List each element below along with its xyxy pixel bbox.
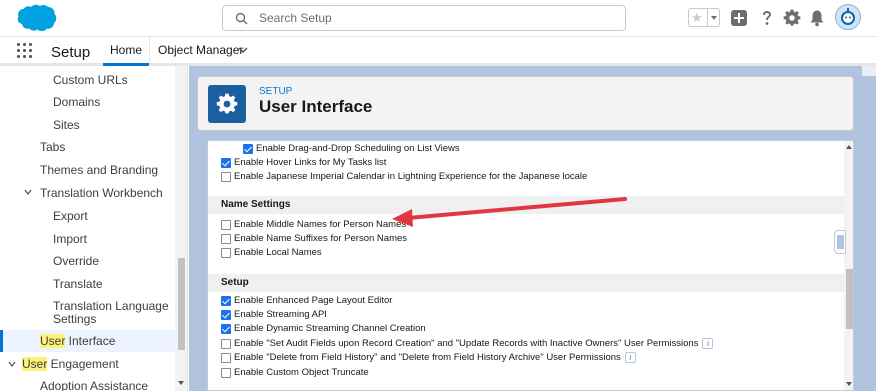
checkbox-label: Enable Custom Object Truncate xyxy=(234,367,369,378)
checkbox[interactable] xyxy=(221,310,231,320)
gear-icon[interactable] xyxy=(783,9,801,27)
page-header: SETUP User Interface xyxy=(197,76,854,131)
section-heading-name-settings: Name Settings xyxy=(208,196,844,214)
checkbox-label: Enable Hover Links for My Tasks list xyxy=(234,157,387,168)
sidebar-item-label: Interface xyxy=(65,334,116,348)
checkbox[interactable] xyxy=(221,234,231,244)
page-title: User Interface xyxy=(259,97,373,116)
panel-handle[interactable] xyxy=(862,66,876,76)
info-icon[interactable]: i xyxy=(702,337,714,349)
global-header: ★ xyxy=(0,0,876,37)
checkbox[interactable] xyxy=(221,158,231,168)
sidebar-item-themes-branding[interactable]: Themes and Branding xyxy=(40,161,158,179)
checkbox[interactable] xyxy=(221,339,231,349)
search-box[interactable] xyxy=(222,5,626,31)
help-icon[interactable] xyxy=(758,9,776,27)
salesforce-logo[interactable] xyxy=(12,3,58,33)
sidebar-item-label: Engagement xyxy=(47,357,119,371)
scroll-up-icon[interactable] xyxy=(846,145,852,149)
checkbox-label: Enable Dynamic Streaming Channel Creatio… xyxy=(234,323,426,334)
setup-gear-icon xyxy=(208,85,246,123)
sidebar-item-adoption-assistance[interactable]: Adoption Assistance xyxy=(40,377,148,391)
notification-bell-icon[interactable] xyxy=(808,9,826,27)
tab-home[interactable]: Home xyxy=(103,37,149,66)
favorites-dropdown[interactable] xyxy=(707,9,720,26)
chevron-down-icon[interactable] xyxy=(238,46,248,54)
chevron-down-icon xyxy=(711,16,717,20)
info-icon[interactable]: i xyxy=(624,351,636,363)
sidebar-item-import[interactable]: Import xyxy=(53,230,87,248)
content-scrollbar[interactable] xyxy=(844,141,853,390)
settings-panel: Enable Drag-and-Drop Scheduling on List … xyxy=(207,140,854,391)
chevron-down-icon[interactable] xyxy=(8,360,16,368)
sidebar-item-translate[interactable]: Translate xyxy=(53,275,103,293)
tab-divider xyxy=(149,37,150,63)
sidebar-item-user-engagement[interactable]: User Engagement xyxy=(22,355,119,373)
search-input[interactable] xyxy=(259,9,609,27)
checkbox[interactable] xyxy=(221,353,231,363)
checkbox-label: Enable Japanese Imperial Calendar in Lig… xyxy=(234,171,588,182)
sidebar-item-override[interactable]: Override xyxy=(53,252,99,270)
breadcrumb[interactable]: SETUP xyxy=(259,86,292,97)
sidebar-item-custom-urls[interactable]: Custom URLs xyxy=(53,71,128,89)
checkbox-label: Enable "Set Audit Fields upon Record Cre… xyxy=(234,337,714,351)
avatar[interactable] xyxy=(835,4,861,30)
checkbox[interactable] xyxy=(221,220,231,230)
setup-sidebar: Custom URLs Domains Sites Tabs Themes an… xyxy=(0,66,188,391)
checkbox-label: Enable Middle Names for Person Names xyxy=(234,219,407,230)
checkbox-label: Enable "Delete from Field History" and "… xyxy=(234,351,636,365)
checkbox-label: Enable Name Suffixes for Person Names xyxy=(234,233,408,244)
sidebar-scrollbar-thumb[interactable] xyxy=(178,258,185,350)
section-heading-setup: Setup xyxy=(208,274,844,292)
checkbox[interactable] xyxy=(221,324,231,334)
checkbox-label: Enable Local Names xyxy=(234,247,322,258)
checkbox[interactable] xyxy=(221,368,231,378)
sidebar-item-domains[interactable]: Domains xyxy=(53,93,100,111)
checkbox[interactable] xyxy=(243,144,253,154)
chevron-down-icon[interactable] xyxy=(24,188,32,196)
app-launcher-icon[interactable] xyxy=(17,43,33,59)
checkbox-label-text: Enable "Set Audit Fields upon Record Cre… xyxy=(234,338,699,349)
checkbox-label: Enable Drag-and-Drop Scheduling on List … xyxy=(256,143,460,154)
sidebar-item-translation-workbench[interactable]: Translation Workbench xyxy=(40,184,163,202)
favorites-button[interactable]: ★ xyxy=(688,8,720,27)
scroll-down-icon[interactable] xyxy=(846,382,852,386)
favorite-star-icon[interactable]: ★ xyxy=(691,10,703,26)
checkbox[interactable] xyxy=(221,248,231,258)
checkbox-label: Enable Streaming API xyxy=(234,309,327,320)
tab-object-manager[interactable]: Object Manager xyxy=(158,37,243,63)
sidebar-item-sites[interactable]: Sites xyxy=(53,116,80,134)
scroll-down-icon[interactable] xyxy=(178,381,184,385)
side-panel-handle[interactable] xyxy=(834,230,846,254)
sidebar-item-tabs[interactable]: Tabs xyxy=(40,138,65,156)
add-icon[interactable] xyxy=(730,9,748,27)
checkbox-label-text: Enable "Delete from Field History" and "… xyxy=(234,352,621,363)
sidebar-item-export[interactable]: Export xyxy=(53,207,88,225)
sidebar-item-user-interface[interactable]: User Interface xyxy=(0,330,175,352)
search-icon xyxy=(235,12,248,25)
checkbox[interactable] xyxy=(221,296,231,306)
app-name: Setup xyxy=(51,44,91,61)
context-bar: Setup Home Object Manager xyxy=(0,37,876,66)
sidebar-item-translation-language-settings[interactable]: Translation Language Settings xyxy=(53,300,173,326)
content-scrollbar-thumb[interactable] xyxy=(846,269,853,329)
search-highlight: User xyxy=(40,334,66,348)
checkbox-label: Enable Enhanced Page Layout Editor xyxy=(234,295,393,306)
main-area: SETUP User Interface Enable Drag-and-Dro… xyxy=(189,66,876,391)
search-highlight: User xyxy=(22,357,48,371)
checkbox[interactable] xyxy=(221,172,231,182)
